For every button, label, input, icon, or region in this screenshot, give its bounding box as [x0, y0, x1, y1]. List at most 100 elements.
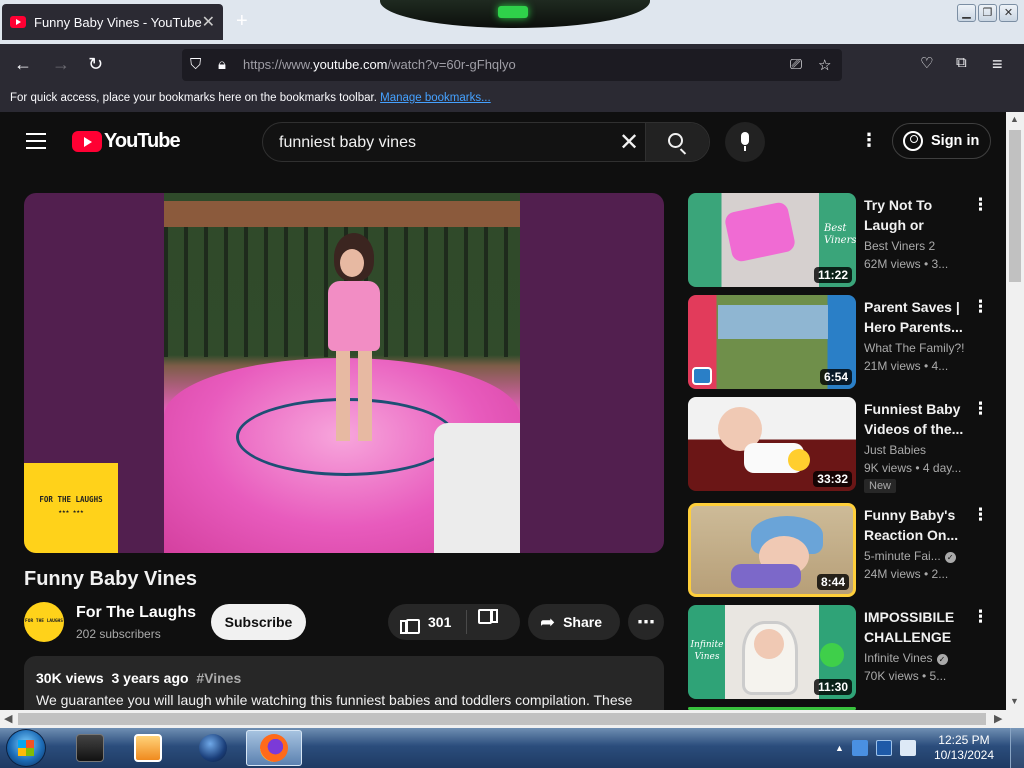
suggested-video[interactable]: 33:32 Funniest Baby Videos of the... Jus…	[688, 397, 989, 493]
horizontal-scroll-thumb[interactable]	[18, 713, 986, 725]
back-arrow-icon[interactable]: ←	[14, 54, 32, 75]
suggested-thumbnail[interactable]: Best Viners 11:22	[688, 193, 856, 287]
shield-icon[interactable]: ⛉	[190, 56, 201, 73]
pocket-icon[interactable]: ♡	[920, 54, 933, 72]
tray-notification-icon[interactable]	[899, 740, 916, 756]
taskbar-app-terminal[interactable]	[62, 730, 118, 766]
taskbar-clock[interactable]: 12:25 PM 10/13/2024	[934, 733, 994, 763]
youtube-logo[interactable]: YouTube	[72, 130, 181, 153]
translate-page-icon[interactable]: ⎚	[790, 56, 802, 73]
sign-in-button[interactable]: Sign in	[892, 123, 991, 159]
close-window-icon[interactable]: ✕	[999, 4, 1018, 22]
tab-close-icon[interactable]: ✕	[202, 12, 215, 32]
voice-search-button[interactable]	[725, 122, 765, 162]
video-duration: 6:54	[819, 369, 852, 385]
suggested-channel[interactable]: Best Viners 2	[864, 239, 935, 253]
suggested-video[interactable]: 8:44 Funny Baby's Reaction On... 5-minut…	[688, 503, 989, 597]
reload-icon[interactable]: ↻	[88, 54, 103, 75]
scroll-up-icon[interactable]: ▲	[1010, 114, 1019, 124]
network-icon[interactable]	[875, 740, 892, 756]
suggested-title[interactable]: Funny Baby's Reaction On...	[864, 505, 964, 545]
thumbs-down-icon	[480, 612, 498, 630]
suggested-stats: 9K views • 4 day...	[864, 461, 962, 475]
like-count: 301	[428, 614, 452, 630]
maximize-icon[interactable]: ❐	[978, 4, 997, 22]
notch-light	[498, 6, 528, 18]
subscribe-button[interactable]: Subscribe	[211, 604, 306, 640]
search-box[interactable]: funniest baby vines ✕	[262, 122, 710, 162]
more-vertical-icon[interactable]: ⋮	[972, 505, 989, 525]
manage-bookmarks-link[interactable]: Manage bookmarks...	[380, 92, 491, 104]
channel-avatar[interactable]: FOR THE LAUGHS	[24, 602, 64, 642]
show-hidden-icons-icon[interactable]: ▲	[835, 743, 844, 753]
window-controls: ▁ ❐ ✕	[957, 4, 1018, 22]
scroll-down-icon[interactable]: ▼	[1010, 696, 1019, 706]
taskbar-app-globe[interactable]	[185, 730, 241, 766]
bookmark-star-icon[interactable]: ☆	[818, 56, 831, 74]
channel-name[interactable]: For The Laughs	[76, 604, 196, 622]
share-button[interactable]: ➦ Share	[528, 604, 620, 640]
suggested-thumbnail[interactable]: 6:54	[688, 295, 856, 389]
like-button[interactable]: 301	[388, 610, 467, 634]
terminal-icon	[76, 734, 104, 762]
share-arrow-icon: ➦	[540, 611, 556, 632]
more-vertical-icon[interactable]: ⋮	[972, 399, 989, 419]
lock-icon[interactable]: 🔒︎	[218, 56, 226, 73]
media-player-icon	[134, 734, 162, 762]
suggested-thumbnail[interactable]: 8:44	[688, 503, 856, 597]
suggested-video[interactable]: Best Viners 11:22 Try Not To Laugh or Gr…	[688, 193, 989, 287]
vertical-scrollbar[interactable]: ▲ ▼	[1006, 112, 1024, 710]
search-button[interactable]	[645, 123, 709, 161]
suggested-title[interactable]: Parent Saves | Hero Parents...	[864, 297, 964, 337]
hashtag-link[interactable]: #Vines	[196, 670, 241, 686]
suggested-channel[interactable]: 5-minute Fai... ✓	[864, 549, 956, 563]
scroll-left-icon[interactable]: ◀	[4, 712, 12, 725]
horizontal-scrollbar[interactable]: ◀ ▶	[0, 710, 1024, 728]
suggested-thumbnail[interactable]: 33:32	[688, 397, 856, 491]
browser-tab-active[interactable]: Funny Baby Vines - YouTube ✕	[2, 4, 223, 40]
verified-check-icon: ✓	[936, 654, 948, 665]
video-title: Funny Baby Vines	[24, 568, 198, 590]
description-box[interactable]: 30K views 3 years ago #Vines We guarante…	[24, 656, 664, 716]
clock-date: 10/13/2024	[933, 748, 994, 762]
more-vertical-icon[interactable]: ⋮	[972, 195, 989, 215]
scroll-right-icon[interactable]: ▶	[994, 712, 1002, 725]
minimize-icon[interactable]: ▁	[957, 4, 976, 22]
vertical-scroll-thumb[interactable]	[1009, 130, 1021, 282]
address-bar[interactable]: ⛉ 🔒︎ https://www.youtube.com/watch?v=60r…	[182, 49, 842, 81]
suggested-title[interactable]: Try Not To Laugh or Grin...	[864, 195, 964, 235]
forward-arrow-icon[interactable]: →	[52, 54, 70, 75]
taskbar-app-media-player[interactable]	[120, 730, 176, 766]
suggested-channel[interactable]: Just Babies	[864, 443, 926, 457]
suggested-title[interactable]: IMPOSSIBILE CHALLENGE :...	[864, 607, 964, 647]
clear-search-icon[interactable]: ✕	[619, 128, 639, 157]
video-player[interactable]: FOR THE LAUGHS ★★★ ★★★	[24, 193, 664, 553]
more-vertical-icon[interactable]: ⋮	[972, 297, 989, 317]
more-vertical-icon[interactable]: ⋮	[972, 607, 989, 627]
show-desktop-button[interactable]	[1010, 728, 1024, 768]
channel-watermark: FOR THE LAUGHS ★★★ ★★★	[24, 463, 118, 553]
new-tab-icon[interactable]: +	[236, 10, 248, 33]
settings-more-icon[interactable]: ⋮	[860, 130, 878, 151]
clock-time: 12:25 PM	[938, 733, 990, 747]
menu-icon[interactable]: ≡	[992, 54, 1003, 75]
thumbs-up-icon	[400, 613, 420, 634]
taskbar-app-firefox[interactable]	[246, 730, 302, 766]
child-figure	[324, 233, 384, 443]
tray-app-icon[interactable]	[851, 740, 868, 756]
suggested-channel[interactable]: What The Family?!	[864, 341, 964, 355]
more-actions-button[interactable]: ⋯	[628, 604, 664, 640]
url-text[interactable]: https://www.youtube.com/watch?v=60r-gFhq…	[243, 57, 516, 72]
suggested-title[interactable]: Funniest Baby Videos of the...	[864, 399, 964, 439]
suggested-thumbnail[interactable]: Infinite Vines 11:30	[688, 605, 856, 699]
start-button-icon[interactable]	[6, 729, 46, 767]
hamburger-menu-icon[interactable]	[26, 133, 46, 154]
search-input[interactable]: funniest baby vines	[279, 134, 416, 152]
suggested-channel[interactable]: Infinite Vines ✓	[864, 651, 948, 665]
dislike-button[interactable]	[467, 612, 508, 633]
suggested-video[interactable]: Infinite Vines 11:30 IMPOSSIBILE CHALLEN…	[688, 605, 989, 699]
extensions-icon[interactable]: ⧉	[956, 54, 967, 71]
suggested-video[interactable]: 6:54 Parent Saves | Hero Parents... What…	[688, 295, 989, 389]
youtube-play-icon	[72, 131, 102, 152]
youtube-header: YouTube funniest baby vines ✕ ⋮ Sign in	[0, 112, 1006, 170]
